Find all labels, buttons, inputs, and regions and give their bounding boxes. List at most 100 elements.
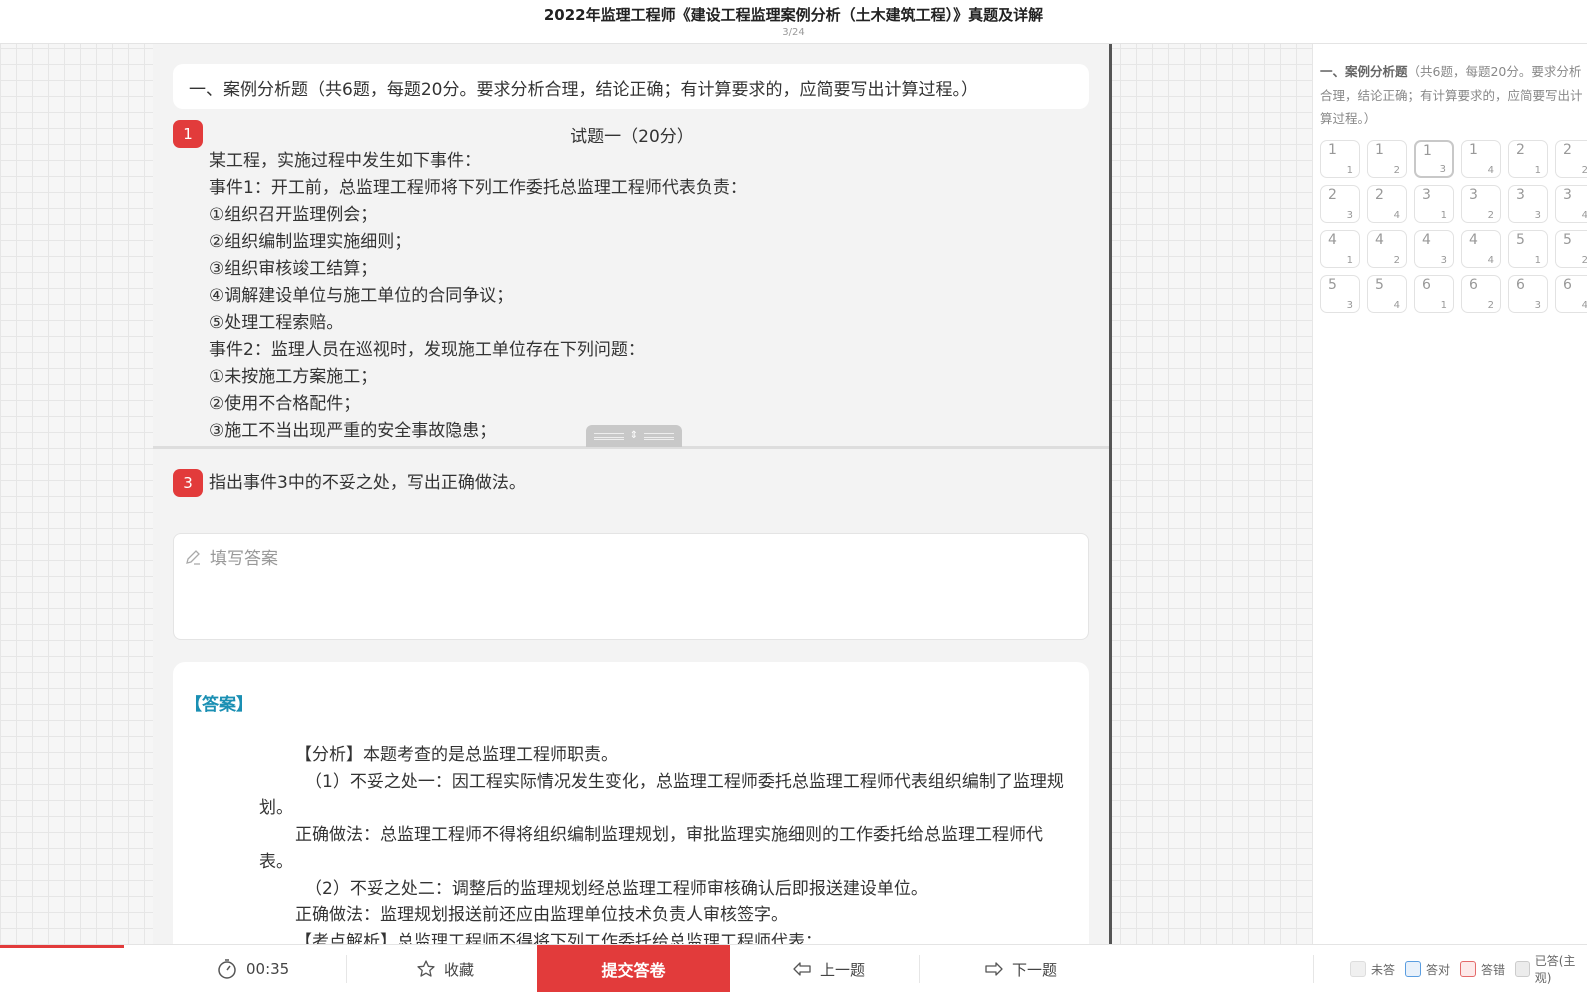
question-cell[interactable]: 63 [1508,275,1548,313]
divider [919,955,920,983]
question-cell[interactable]: 43 [1414,230,1454,268]
question-cell-sub: 1 [1534,255,1541,266]
question-area: 一、案例分析题（共6题，每题20分。要求分析合理，结论正确；有计算要求的，应简要… [153,44,1111,944]
question-cell-number: 1 [1469,142,1478,158]
sub-question-text: 指出事件3中的不妥之处，写出正确做法。 [209,473,526,493]
divider [1313,955,1314,983]
question-cell-number: 1 [1423,143,1432,159]
question-cell-sub: 4 [1393,300,1400,311]
question-cell-sub: 2 [1393,255,1400,266]
legend-unanswered: 未答 [1350,960,1395,978]
question-cell-sub: 4 [1581,210,1587,221]
question-cell-sub: 2 [1393,165,1400,176]
question-cell[interactable]: 52 [1555,230,1587,268]
case-pane[interactable]: 一、案例分析题（共6题，每题20分。要求分析合理，结论正确；有计算要求的，应简要… [153,44,1111,446]
question-cell-number: 2 [1516,142,1525,158]
question-cell[interactable]: 44 [1461,230,1501,268]
question-cell-sub: 3 [1534,300,1541,311]
next-question-button[interactable]: 下一题 [984,945,1057,992]
question-progress: 3/24 [782,27,805,38]
question-cell[interactable]: 53 [1320,275,1360,313]
prev-question-button[interactable]: 上一题 [792,945,865,992]
legend-wrong: 答错 [1460,960,1505,978]
splitter-handle[interactable]: ⇕ [586,425,682,447]
answer-input[interactable]: 填写答案 [173,533,1089,640]
question-cell-number: 1 [1328,142,1337,158]
answer-line: （1）不妥之处一：因工程实际情况发生变化，总监理工程师委托总监理工程师代表组织编… [259,771,1064,819]
submit-button[interactable]: 提交答卷 [537,945,730,992]
case-line: ④调解建设单位与施工单位的合同争议； [209,286,514,306]
question-cell[interactable]: 14 [1461,140,1501,178]
answer-line: （2）不妥之处二：调整后的监理规划经总监理工程师审核确认后即报送建设单位。 [305,878,928,899]
question-cell[interactable]: 22 [1555,140,1587,178]
timer-value: 00:35 [246,960,290,978]
question-cell-sub: 4 [1581,300,1587,311]
answer-body: 【分析】本题考查的是总监理工程师职责。 （1）不妥之处一：因工程实际情况发生变化… [259,742,1069,944]
divider [346,955,347,983]
question-cell-sub: 4 [1393,210,1400,221]
timer: 00:35 [216,945,289,992]
question-cell-sub: 4 [1487,255,1494,266]
answer-sheet-panel: 一、案例分析题（共6题，每题20分。要求分析合理，结论正确；有计算要求的，应简要… [1313,44,1587,944]
legend-subjective: 已答(主观) [1515,954,1587,985]
question-cell[interactable]: 13 [1414,140,1454,178]
question-cell-number: 3 [1516,187,1525,203]
question-cell-number: 4 [1469,232,1478,248]
question-cell-number: 5 [1328,277,1337,293]
question-cell[interactable]: 54 [1367,275,1407,313]
question-cell-number: 6 [1563,277,1572,293]
question-cell-number: 6 [1516,277,1525,293]
answer-card: 【答案】 【分析】本题考查的是总监理工程师职责。 （1）不妥之处一：因工程实际情… [173,662,1089,944]
question-cell-number: 3 [1563,187,1572,203]
question-cell[interactable]: 12 [1367,140,1407,178]
answer-line: 【分析】本题考查的是总监理工程师职责。 [295,745,618,765]
question-cell-sub: 2 [1487,300,1494,311]
question-cell-number: 3 [1469,187,1478,203]
scrollbar[interactable] [1109,44,1112,944]
question-cell-sub: 1 [1440,210,1447,221]
case-line: ①组织召开监理例会； [209,205,378,225]
question-cell[interactable]: 62 [1461,275,1501,313]
question-cell-sub: 1 [1346,165,1353,176]
question-cell-number: 4 [1328,232,1337,248]
sub-question-pane[interactable]: 3 指出事件3中的不妥之处，写出正确做法。 填写答案 【答案】 【分析】本题考查… [153,449,1111,944]
question-cell[interactable]: 61 [1414,275,1454,313]
question-cell-sub: 3 [1346,210,1353,221]
case-line: ②使用不合格配件； [209,394,361,414]
swatch-unanswered [1350,961,1366,977]
legend-label: 未答 [1371,962,1396,977]
question-cell-number: 1 [1375,142,1384,158]
sub-question-badge: 3 [173,469,203,497]
question-cell[interactable]: 23 [1320,185,1360,223]
question-cell[interactable]: 51 [1508,230,1548,268]
arrow-right-icon [985,962,1003,976]
question-cell[interactable]: 32 [1461,185,1501,223]
question-cell[interactable]: 41 [1320,230,1360,268]
question-cell-number: 3 [1422,187,1431,203]
grip-lines-icon [593,432,624,440]
question-cell[interactable]: 34 [1555,185,1587,223]
answer-line: 【考点解析】总监理工程师不得将下列工作委托给总监理工程师代表： [295,931,822,944]
question-cell-number: 2 [1375,187,1384,203]
case-line: ②组织编制监理实施细则； [209,232,412,252]
page-title: 2022年监理工程师《建设工程监理案例分析（土木建筑工程）》真题及详解 [543,6,1044,24]
favorite-button[interactable]: 收藏 [416,945,474,992]
question-heading: 试题一（20分） [570,127,694,147]
question-cell[interactable]: 31 [1414,185,1454,223]
question-cell[interactable]: 11 [1320,140,1360,178]
question-cell[interactable]: 21 [1508,140,1548,178]
resize-arrows-icon: ⇕ [629,430,639,441]
question-cell[interactable]: 64 [1555,275,1587,313]
question-cell[interactable]: 24 [1367,185,1407,223]
question-cell-number: 6 [1469,277,1478,293]
case-line: ③组织审核竣工结算； [209,259,378,279]
case-line: 某工程，实施过程中发生如下事件： [209,151,481,171]
case-line: ⑤处理工程索赔。 [209,313,344,333]
question-cell-number: 2 [1328,187,1337,203]
answer-sheet-section: 一、案例分析题 [1320,64,1408,79]
question-cell-sub: 1 [1346,255,1353,266]
question-cell[interactable]: 33 [1508,185,1548,223]
question-cell[interactable]: 42 [1367,230,1407,268]
question-cell-number: 4 [1375,232,1384,248]
legend-correct: 答对 [1405,960,1450,978]
